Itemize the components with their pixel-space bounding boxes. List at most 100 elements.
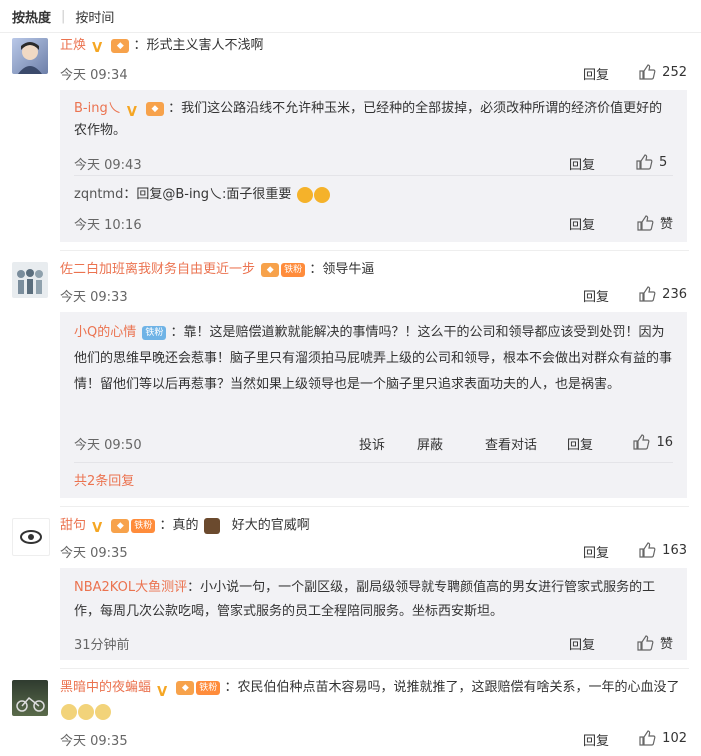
username[interactable]: 黑暗中的夜蝙蝠 — [60, 680, 151, 695]
like-button[interactable]: 赞 — [636, 213, 673, 232]
like-button[interactable]: 163 — [638, 541, 687, 559]
like-button[interactable]: 赞 — [636, 633, 673, 652]
username[interactable]: zqntmd — [74, 187, 123, 202]
like-count: 赞 — [659, 217, 673, 232]
thumbs-up-icon — [637, 634, 654, 651]
comment-text-2: 好大的官威啊 — [231, 518, 310, 533]
complain-button[interactable]: 投诉 — [359, 434, 385, 453]
thumbs-up-icon — [639, 286, 656, 302]
comment-divider — [60, 506, 689, 507]
reply-text-line: NBA2KOL大鱼测评：小小说一句，一个副区级，副局级领导就专聘颜值高的男女进行… — [74, 576, 673, 624]
reply-button[interactable]: 回复 — [583, 64, 609, 83]
avatar[interactable] — [12, 38, 48, 74]
thumbs-up-icon — [639, 542, 656, 558]
like-button[interactable]: 252 — [638, 63, 687, 81]
username[interactable]: 佐二白加班离我财务自由更近一步 — [60, 262, 255, 277]
more-replies-link[interactable]: 共2条回复 — [74, 470, 134, 489]
verified-v-icon: V — [126, 105, 137, 120]
sort-bar: 按热度 | 按时间 — [0, 0, 701, 33]
reply-text-line: 小Q的心情 铁粉 ：靠！这是赔偿道歉就能解决的事情吗？！这么干的公司和领导都应该… — [74, 320, 673, 398]
fan-badge: 铁粉 — [142, 325, 167, 340]
view-dialog-button[interactable]: 查看对话 — [485, 434, 537, 453]
reply-divider — [74, 462, 673, 463]
username[interactable]: 甜句 — [60, 518, 86, 533]
comment-time: 今天 09:35 — [60, 734, 128, 749]
comment-time: 今天 09:33 — [60, 290, 128, 305]
reply-item: B-ing乀 V ◆ ：我们这公路沿线不允许种玉米，已经种的全部拔掉，必须改种所… — [74, 98, 673, 173]
vip-badge-icon: ◆ — [111, 38, 130, 53]
laughing-emoji-icon — [296, 186, 313, 203]
vip-badge-icon: ◆ — [111, 518, 130, 533]
reply-button[interactable]: 回复 — [583, 730, 609, 749]
thumbs-up-icon — [639, 64, 656, 80]
reply-box: B-ing乀 V ◆ ：我们这公路沿线不允许种玉米，已经种的全部拔掉，必须改种所… — [60, 90, 687, 242]
comment-text: ：真的 — [159, 518, 199, 533]
comment-divider — [60, 250, 689, 251]
username[interactable]: B-ing乀 — [74, 101, 121, 116]
comment-text: ：形式主义害人不浅啊 — [133, 38, 264, 53]
sort-by-time-tab[interactable]: 按时间 — [75, 7, 114, 26]
reply-button[interactable]: 回复 — [569, 154, 595, 173]
reply-time: 今天 10:16 — [74, 218, 142, 233]
like-count: 5 — [659, 154, 668, 170]
reply-button[interactable]: 回复 — [567, 434, 593, 453]
laughing-emoji-icon — [313, 186, 330, 203]
username[interactable]: 正焕 — [60, 38, 86, 53]
comment-item: 佐二白加班离我财务自由更近一步 ◆ 铁粉 ：领导牛逼 今天 09:33 回复 23… — [0, 258, 701, 498]
username[interactable]: 小Q的心情 — [74, 325, 136, 340]
thumbs-up-icon — [637, 214, 654, 231]
comment-text: ：农民伯伯种点苗木容易吗，说推就推了，这跟赔偿有啥关系，一年的心血没了 — [224, 680, 680, 695]
like-count: 102 — [662, 730, 687, 746]
fan-badge: 铁粉 — [196, 680, 221, 695]
sort-by-hot-tab[interactable]: 按热度 — [12, 7, 51, 26]
reply-box: NBA2KOL大鱼测评：小小说一句，一个副区级，副局级领导就专聘颜值高的男女进行… — [60, 568, 687, 660]
thumbs-up-icon — [639, 730, 656, 746]
block-button[interactable]: 屏蔽 — [417, 434, 443, 453]
thumbs-up-icon — [633, 434, 650, 450]
like-count: 236 — [662, 286, 687, 302]
comment-divider — [60, 668, 689, 669]
comment-line: 甜句 V ◆ 铁粉 ：真的 好大的官威啊 — [60, 516, 689, 536]
fan-badge: 铁粉 — [281, 262, 306, 277]
avatar[interactable] — [12, 518, 50, 556]
like-count: 252 — [662, 64, 687, 80]
avatar[interactable] — [12, 262, 48, 298]
comment-time: 今天 09:35 — [60, 546, 128, 561]
comment-item: 甜句 V ◆ 铁粉 ：真的 好大的官威啊 今天 09:35 回复 163 NBA2… — [0, 514, 701, 664]
reply-button[interactable]: 回复 — [583, 542, 609, 561]
reply-item: NBA2KOL大鱼测评：小小说一句，一个副区级，副局级领导就专聘颜值高的男女进行… — [74, 576, 673, 656]
comment-item: 正焕 V ◆ ：形式主义害人不浅啊 今天 09:34 回复 252 B-ing乀… — [0, 34, 701, 244]
reply-button[interactable]: 回复 — [569, 214, 595, 233]
bull-emoji-icon — [203, 517, 220, 534]
like-count: 16 — [656, 434, 673, 450]
sad-emoji-icon — [78, 703, 94, 720]
reply-item: zqntmd：回复@B-ing乀:面子很重要 今天 10:16 回复 赞 — [74, 184, 673, 234]
reply-item: 小Q的心情 铁粉 ：靠！这是赔偿道歉就能解决的事情吗？！这么干的公司和领导都应该… — [74, 320, 673, 460]
like-count: 163 — [662, 542, 687, 558]
reply-text-line: B-ing乀 V ◆ ：我们这公路沿线不允许种玉米，已经种的全部拔掉，必须改种所… — [74, 98, 673, 142]
like-count: 赞 — [659, 637, 673, 652]
reply-box: 小Q的心情 铁粉 ：靠！这是赔偿道歉就能解决的事情吗？！这么干的公司和领导都应该… — [60, 312, 687, 498]
thumbs-up-icon — [636, 154, 653, 170]
reply-button[interactable]: 回复 — [583, 286, 609, 305]
comment-line: 佐二白加班离我财务自由更近一步 ◆ 铁粉 ：领导牛逼 — [60, 260, 689, 280]
reply-time: 31分钟前 — [74, 638, 130, 653]
comment-line: 正焕 V ◆ ：形式主义害人不浅啊 — [60, 36, 689, 56]
verified-v-icon: V — [92, 521, 103, 536]
vip-badge-icon: ◆ — [261, 262, 280, 277]
verified-v-icon: V — [92, 41, 103, 56]
like-button[interactable]: 236 — [638, 285, 687, 303]
avatar[interactable] — [12, 680, 48, 716]
like-button[interactable]: 102 — [638, 729, 687, 747]
sad-emoji-icon — [95, 703, 111, 720]
vip-badge-icon: ◆ — [176, 680, 195, 695]
reply-time: 今天 09:50 — [74, 438, 142, 453]
reply-time: 今天 09:43 — [74, 158, 142, 173]
like-button[interactable]: 5 — [635, 153, 673, 171]
username[interactable]: NBA2KOL大鱼测评 — [74, 580, 187, 595]
reply-divider — [74, 175, 673, 176]
comment-text: ：领导牛逼 — [309, 262, 375, 277]
reply-button[interactable]: 回复 — [569, 634, 595, 653]
fan-badge: 铁粉 — [131, 518, 156, 533]
like-button[interactable]: 16 — [632, 433, 673, 451]
